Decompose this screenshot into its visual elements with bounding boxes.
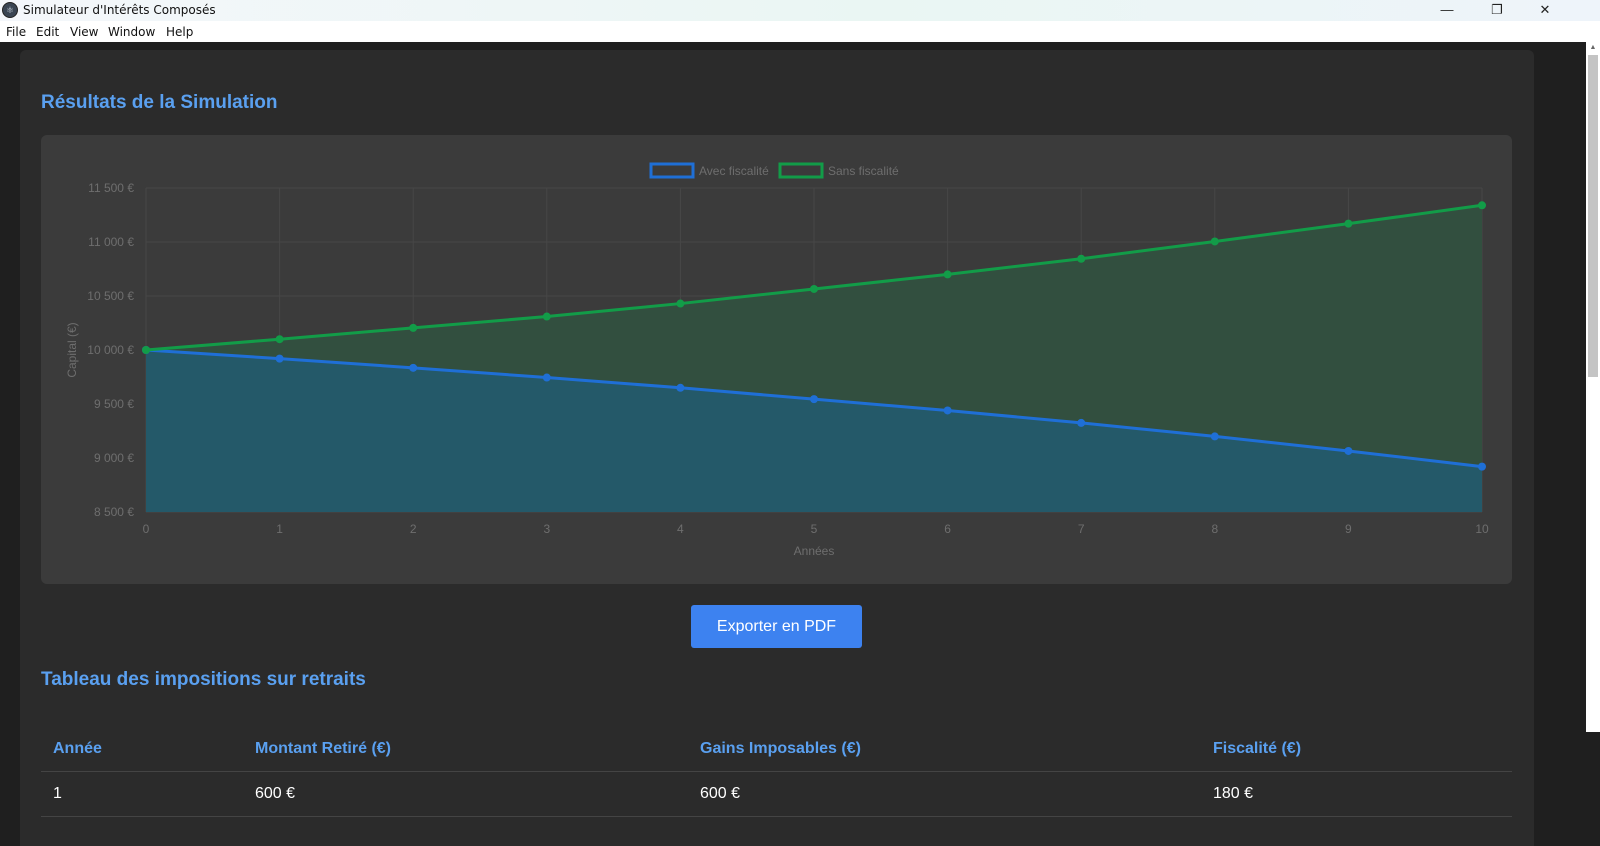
data-point <box>275 354 284 363</box>
data-point <box>810 395 818 404</box>
x-tick-label: 3 <box>543 522 550 536</box>
data-point <box>810 284 818 293</box>
menu-edit[interactable]: Edit <box>36 25 59 39</box>
cell-tax: 180 € <box>1213 785 1254 802</box>
y-tick-label: 9 500 € <box>94 397 134 411</box>
data-point <box>1077 418 1086 427</box>
menu-bar: File Edit View Window Help <box>0 21 1600 42</box>
table-row: 1 600 € 600 € 180 € <box>41 772 1512 817</box>
col-header-withdrawn: Montant Retiré (€) <box>255 740 391 757</box>
restore-button[interactable]: ❐ <box>1474 0 1520 21</box>
menu-view[interactable]: View <box>70 25 98 39</box>
legend-swatch <box>649 162 695 179</box>
table-header: Année Montant Retiré (€) Gains Imposable… <box>41 727 1512 772</box>
export-pdf-button[interactable]: Exporter en PDF <box>691 605 862 648</box>
title-bar: ⚛ Simulateur d'Intérêts Composés — ❐ ✕ <box>0 0 1600 21</box>
x-tick-label: 1 <box>276 522 283 536</box>
taxes-table: Année Montant Retiré (€) Gains Imposable… <box>41 727 1512 817</box>
y-tick-label: 9 000 € <box>94 451 134 465</box>
data-point <box>409 363 418 372</box>
y-tick-label: 11 000 € <box>88 235 134 249</box>
menu-file[interactable]: File <box>6 25 26 39</box>
chart-canvas: 8 500 € 9 000 € 9 500 € 10 000 € 10 500 € 11 … <box>65 162 1489 558</box>
data-point <box>943 270 952 279</box>
legend-label: Sans fiscalité <box>828 164 899 178</box>
x-tick-label: 6 <box>944 522 951 536</box>
data-point <box>275 335 284 344</box>
data-point <box>1077 254 1086 263</box>
x-axis-title: Années <box>794 544 835 558</box>
minimize-button[interactable]: — <box>1424 0 1470 21</box>
results-title: Résultats de la Simulation <box>41 92 278 113</box>
menu-window[interactable]: Window <box>108 25 155 39</box>
y-axis-title: Capital (€) <box>65 322 79 377</box>
data-point <box>542 373 551 382</box>
data-point <box>1344 446 1353 455</box>
y-tick-label: 10 000 € <box>87 343 134 357</box>
window-title: Simulateur d'Intérêts Composés <box>23 3 216 17</box>
data-point <box>1478 201 1486 210</box>
x-tick-label: 2 <box>410 522 417 536</box>
data-point <box>1210 432 1219 441</box>
y-tick-label: 10 500 € <box>87 289 134 303</box>
results-chart: 8 500 € 9 000 € 9 500 € 10 000 € 10 500 € 11 … <box>41 135 1512 584</box>
data-point <box>1210 237 1219 246</box>
x-tick-label: 10 <box>1475 522 1489 536</box>
cell-withdrawn: 600 € <box>255 785 296 802</box>
data-point <box>409 323 418 332</box>
x-tick-label: 0 <box>143 522 150 536</box>
col-header-year: Année <box>53 740 102 757</box>
menu-help[interactable]: Help <box>166 25 193 39</box>
legend-swatch <box>778 162 824 179</box>
taxes-title: Tableau des impositions sur retraits <box>41 669 366 690</box>
data-point <box>1478 462 1486 471</box>
scroll-up-arrow-icon[interactable]: ▲ <box>1588 44 1598 52</box>
x-tick-label: 8 <box>1211 522 1218 536</box>
x-tick-label: 5 <box>811 522 818 536</box>
data-point <box>142 346 150 354</box>
x-tick-label: 4 <box>677 522 684 536</box>
legend-label: Avec fiscalité <box>699 164 769 178</box>
app-content: Résultats de la Simulation 8 500 € 9 000 … <box>0 42 1586 846</box>
data-point <box>676 383 685 392</box>
data-point <box>676 299 685 308</box>
data-point <box>1344 219 1353 228</box>
y-tick-label: 11 500 € <box>88 181 134 195</box>
x-tick-label: 9 <box>1345 522 1352 536</box>
col-header-tax: Fiscalité (€) <box>1213 740 1302 757</box>
cell-year: 1 <box>53 785 62 802</box>
data-point <box>943 406 952 415</box>
close-button[interactable]: ✕ <box>1522 0 1568 21</box>
data-point <box>542 312 551 321</box>
cell-taxable-gains: 600 € <box>700 785 741 802</box>
app-logo-icon: ⚛ <box>2 2 18 18</box>
scrollbar-thumb[interactable] <box>1588 55 1598 377</box>
y-tick-label: 8 500 € <box>94 505 134 519</box>
x-tick-label: 7 <box>1078 522 1085 536</box>
col-header-taxable-gains: Gains Imposables (€) <box>700 740 861 757</box>
